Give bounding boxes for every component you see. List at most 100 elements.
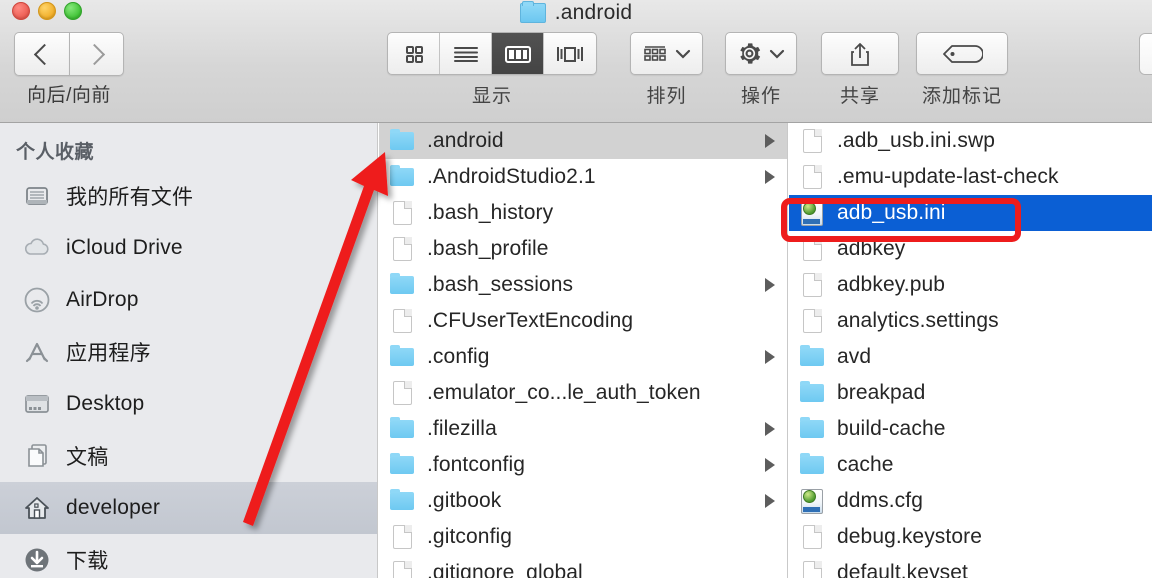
file-name: .bash_profile	[427, 237, 549, 260]
applications-icon	[22, 337, 52, 367]
file-row[interactable]: .gitconfig	[379, 519, 787, 555]
tag-caption: 添加标记	[921, 86, 1002, 107]
arrange-group: 排列	[630, 32, 703, 108]
file-row[interactable]: .bash_profile	[379, 231, 787, 267]
share-icon	[851, 42, 869, 66]
disclosure-arrow-icon[interactable]	[765, 134, 775, 148]
file-name: .fontconfig	[427, 453, 525, 476]
file-name: adb_usb.ini	[837, 201, 946, 224]
disclosure-arrow-icon[interactable]	[765, 458, 775, 472]
file-row[interactable]: adbkey.pub	[789, 267, 1152, 303]
forward-button[interactable]	[69, 32, 124, 76]
chevron-down-icon	[769, 49, 785, 59]
back-button[interactable]	[14, 32, 69, 76]
file-name: avd	[837, 345, 872, 368]
file-row[interactable]: .adb_usb.ini.swp	[789, 123, 1152, 159]
document-icon	[802, 129, 822, 153]
tag-group: 添加标记	[916, 32, 1008, 108]
zoom-button[interactable]	[64, 2, 82, 20]
file-name: .CFUserTextEncoding	[427, 309, 634, 332]
disclosure-arrow-icon[interactable]	[765, 494, 775, 508]
sidebar-item-label: AirDrop	[66, 288, 139, 311]
view-icon-mode-button[interactable]	[388, 33, 440, 74]
disclosure-arrow-icon[interactable]	[765, 278, 775, 292]
arrange-button[interactable]	[630, 32, 703, 75]
file-row[interactable]: .filezilla	[379, 411, 787, 447]
view-gallery-mode-button[interactable]	[544, 33, 596, 74]
minimize-button[interactable]	[38, 2, 56, 20]
close-button[interactable]	[12, 2, 30, 20]
disclosure-arrow-icon[interactable]	[765, 170, 775, 184]
file-name: .emu-update-last-check	[837, 165, 1059, 188]
file-row[interactable]: .AndroidStudio2.1	[379, 159, 787, 195]
airdrop-icon	[22, 285, 52, 315]
chevron-right-icon	[83, 43, 105, 65]
file-row[interactable]: .fontconfig	[379, 447, 787, 483]
share-group: 共享	[821, 32, 899, 108]
file-name: .config	[427, 345, 490, 368]
sidebar-item-label: Desktop	[66, 392, 145, 415]
file-type-icon	[799, 128, 825, 154]
file-row[interactable]: ddms.cfg	[789, 483, 1152, 519]
file-type-icon	[799, 236, 825, 262]
file-name: default.keyset	[837, 561, 968, 578]
window-title-bar: .android	[0, 0, 1152, 26]
arrange-grid-icon	[644, 45, 666, 61]
view-list-mode-button[interactable]	[440, 33, 492, 74]
grid-icon	[405, 45, 423, 63]
document-icon	[802, 525, 822, 549]
disclosure-arrow-icon[interactable]	[765, 350, 775, 364]
column-home-list: .android .AndroidStudio2.1 .bash_history .b…	[379, 123, 787, 578]
window-chrome: .android 向后/向前 显示 排列 操作 共享 添加标记	[0, 0, 1152, 123]
column-android[interactable]: .adb_usb.ini.swp .emu-update-last-check ad…	[789, 123, 1152, 578]
file-row[interactable]: .bash_sessions	[379, 267, 787, 303]
file-type-icon	[799, 308, 825, 334]
file-name: .adb_usb.ini.swp	[837, 129, 996, 152]
view-mode-caption: 显示	[471, 86, 512, 107]
file-name: adbkey	[837, 237, 906, 260]
file-row[interactable]: analytics.settings	[789, 303, 1152, 339]
file-row[interactable]: avd	[789, 339, 1152, 375]
file-row[interactable]: adb_usb.ini	[789, 195, 1152, 231]
documents-icon	[22, 441, 52, 471]
action-button[interactable]	[725, 32, 797, 75]
file-row[interactable]: .android	[379, 123, 787, 159]
view-mode-segmented-control[interactable]	[387, 32, 597, 75]
file-row[interactable]: .emulator_co...le_auth_token	[379, 375, 787, 411]
chevron-down-icon	[675, 49, 691, 59]
config-file-icon	[801, 488, 823, 514]
sidebar-item-label: 应用程序	[66, 342, 151, 365]
file-row[interactable]: .bash_history	[379, 195, 787, 231]
all-files-icon	[22, 181, 52, 211]
disclosure-arrow-icon[interactable]	[765, 422, 775, 436]
file-row[interactable]: cache	[789, 447, 1152, 483]
column-home[interactable]: .android .AndroidStudio2.1 .bash_history .b…	[379, 123, 788, 578]
file-name: .filezilla	[427, 417, 497, 440]
file-row[interactable]: breakpad	[789, 375, 1152, 411]
view-column-mode-button[interactable]	[492, 33, 544, 74]
file-row[interactable]: debug.keystore	[789, 519, 1152, 555]
tag-button[interactable]	[916, 32, 1008, 75]
view-mode-group: 显示	[387, 32, 597, 108]
file-row[interactable]: .config	[379, 339, 787, 375]
file-type-icon	[799, 488, 825, 514]
file-row[interactable]: .emu-update-last-check	[789, 159, 1152, 195]
document-icon	[802, 165, 822, 189]
action-group: 操作	[725, 32, 797, 108]
file-name: breakpad	[837, 381, 926, 404]
file-row[interactable]: .gitignore_global	[379, 555, 787, 578]
cloud-icon	[22, 233, 52, 263]
search-field[interactable]	[1139, 33, 1152, 75]
file-name: debug.keystore	[837, 525, 982, 548]
file-row[interactable]: build-cache	[789, 411, 1152, 447]
file-row[interactable]: adbkey	[789, 231, 1152, 267]
share-button[interactable]	[821, 32, 899, 75]
file-name: .bash_history	[427, 201, 554, 224]
file-row[interactable]: default.keyset	[789, 555, 1152, 578]
folder-icon	[800, 453, 824, 474]
document-icon	[802, 273, 822, 297]
folder-icon	[800, 417, 824, 438]
file-row[interactable]: .gitbook	[379, 483, 787, 519]
file-name: analytics.settings	[837, 309, 999, 332]
file-row[interactable]: .CFUserTextEncoding	[379, 303, 787, 339]
